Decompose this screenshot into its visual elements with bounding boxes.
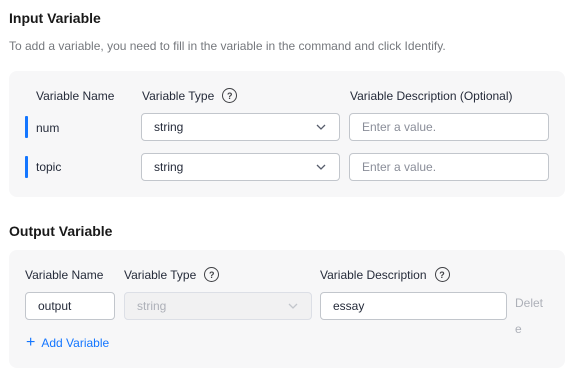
chevron-down-icon — [316, 124, 326, 130]
output-header-type-label: Variable Type — [124, 267, 197, 282]
output-type-select: string — [124, 292, 312, 320]
output-variable-title: Output Variable — [9, 223, 113, 239]
input-variable-title: Input Variable — [9, 10, 101, 26]
delete-button[interactable]: Delete — [515, 290, 545, 342]
plus-icon: + — [26, 334, 36, 351]
input-type-value: string — [154, 160, 184, 174]
add-variable-label: Add Variable — [41, 336, 110, 350]
input-variable-name-num: num — [36, 121, 60, 135]
question-circle-icon[interactable]: ? — [434, 267, 450, 282]
add-variable-button[interactable]: + Add Variable — [26, 334, 110, 351]
input-header-name: Variable Name — [36, 89, 115, 103]
input-type-value: string — [154, 120, 184, 134]
chevron-down-icon — [288, 303, 298, 309]
input-type-select-topic[interactable]: string — [141, 153, 340, 181]
row-indicator-bar — [25, 156, 28, 178]
input-description-field-topic[interactable]: Enter a value. — [349, 153, 549, 181]
input-type-select-num[interactable]: string — [141, 113, 340, 141]
chevron-down-icon — [316, 164, 326, 170]
input-header-type: Variable Type ? — [142, 88, 238, 103]
output-variable-name-field[interactable]: output — [25, 292, 115, 320]
output-header-type: Variable Type ? — [124, 267, 220, 282]
input-header-type-label: Variable Type — [142, 88, 215, 103]
input-variable-name-topic: topic — [36, 160, 62, 174]
question-circle-icon[interactable]: ? — [204, 267, 220, 282]
output-type-value: string — [137, 299, 167, 313]
input-variable-description: To add a variable, you need to fill in t… — [9, 39, 446, 53]
input-description-field-num[interactable]: Enter a value. — [349, 113, 549, 141]
row-indicator-bar — [25, 116, 28, 138]
question-circle-icon[interactable]: ? — [222, 88, 238, 103]
output-description-field[interactable]: essay — [320, 292, 507, 320]
output-header-name: Variable Name — [25, 268, 104, 282]
output-header-description: Variable Description ? — [320, 267, 450, 282]
input-header-description: Variable Description (Optional) — [350, 89, 513, 103]
output-header-description-label: Variable Description — [320, 267, 427, 282]
